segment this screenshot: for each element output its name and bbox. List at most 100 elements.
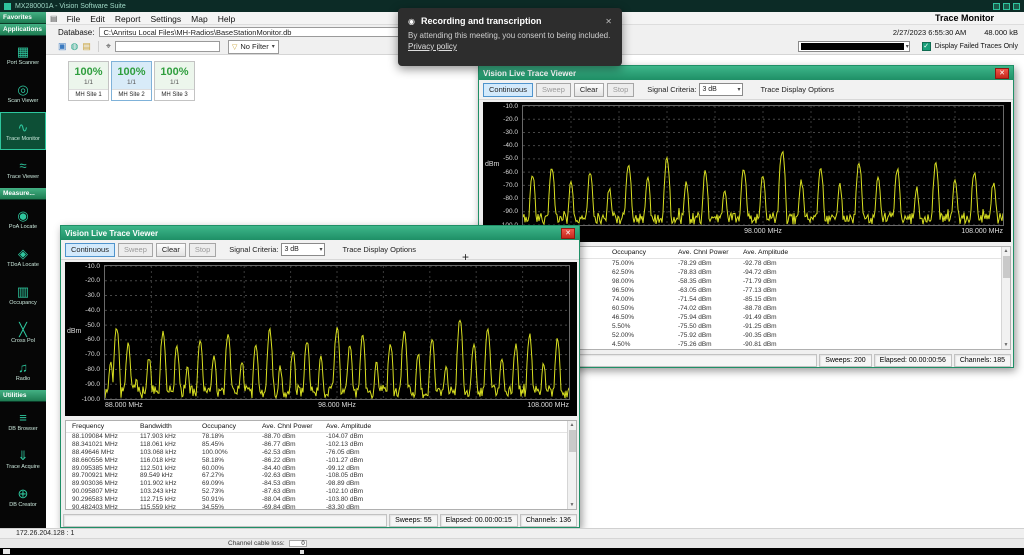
table-row[interactable]: 88.341021 MHz118.061 kHz85.45%-86.77 dBm…: [66, 441, 576, 449]
signal-criteria-value: 3 dB: [284, 246, 298, 253]
sidebar-item-poa-locate[interactable]: ◉PoA Locate: [0, 200, 46, 238]
table-row[interactable]: 89.903036 MHz101.902 kHz69.09%-84.53 dBm…: [66, 480, 576, 488]
viewer-titlebar[interactable]: Vision Live Trace Viewer ✕: [479, 66, 1013, 80]
table-row[interactable]: 90.095807 MHz103.243 kHz52.73%-87.63 dBm…: [66, 488, 576, 496]
start-icon[interactable]: [3, 549, 10, 554]
close-icon[interactable]: ✕: [561, 228, 575, 239]
column-header-ave-amplitude[interactable]: Ave. Amplitude: [743, 249, 815, 256]
sidebar-item-port-scanner[interactable]: ▦Port Scanner: [0, 36, 46, 74]
x-tick-label: 88.000 MHz: [105, 402, 167, 409]
trace-color-dropdown[interactable]: ▾: [798, 41, 910, 52]
column-header-occupancy[interactable]: Occupancy: [612, 249, 678, 256]
database-path-field[interactable]: C:\Anritsu Local Files\MH-Radios\BaseSta…: [99, 27, 399, 37]
sidebar-item-db-creator[interactable]: ⊕DB Creator: [0, 478, 46, 516]
column-header-ave-chnl-power[interactable]: Ave. Chnl Power: [678, 249, 743, 256]
table-row[interactable]: 88.109084 MHz117.903 kHz78.18%-88.70 dBm…: [66, 433, 576, 441]
clear-button[interactable]: Clear: [574, 83, 604, 97]
sidebar-item-trace-acquire[interactable]: ⇓Trace Acquire: [0, 440, 46, 478]
maximize-icon[interactable]: [1003, 3, 1010, 10]
taskbar[interactable]: [0, 548, 1024, 555]
spectrum-plot[interactable]: [523, 106, 1003, 225]
trace-viewer-window-front[interactable]: Vision Live Trace Viewer✕ ContinuousSweep…: [60, 225, 580, 528]
scan-viewer-icon: ◎: [17, 82, 28, 97]
signal-criteria-select[interactable]: 3 dB▾: [281, 243, 325, 256]
y-tick-label: -40.0: [65, 307, 100, 314]
cable-loss-field[interactable]: 0: [289, 540, 307, 547]
find-icon[interactable]: ⌖: [106, 41, 111, 52]
menu-report[interactable]: Report: [110, 14, 146, 24]
close-icon[interactable]: ✕: [605, 17, 612, 26]
chevron-down-icon: ▾: [906, 43, 909, 50]
table-scrollbar[interactable]: ▲▼: [1001, 247, 1010, 349]
table-row[interactable]: 88.49646 MHz103.068 kHz100.00%-62.53 dBm…: [66, 449, 576, 457]
sidebar-section-utilities[interactable]: Utilities: [0, 390, 46, 402]
continuous-button[interactable]: Continuous: [65, 243, 115, 257]
continuous-button[interactable]: Continuous: [483, 83, 533, 97]
menu-map[interactable]: Map: [186, 14, 213, 24]
sidebar-section-measure[interactable]: Measure...: [0, 188, 46, 200]
recording-toast: ◉ Recording and transcription ✕ By atten…: [398, 8, 622, 66]
sidebar-item-tdoa-locate[interactable]: ◈TDoA Locate: [0, 238, 46, 276]
menu-settings[interactable]: Settings: [145, 14, 186, 24]
table-row[interactable]: 90.482403 MHz115.559 kHz34.55%-69.84 dBm…: [66, 503, 576, 510]
sidebar-item-trace-viewer[interactable]: ≈Trace Viewer: [0, 150, 46, 188]
display-failed-label[interactable]: Display Failed Traces Only: [935, 43, 1018, 50]
save-icon[interactable]: ▣: [58, 41, 67, 52]
sidebar-item-trace-monitor[interactable]: ∿Trace Monitor: [0, 112, 46, 150]
column-header-frequency[interactable]: Frequency: [72, 423, 140, 430]
viewer-toolbar: ContinuousSweepClearStopSignal Criteria:…: [479, 80, 1013, 100]
column-header-ave-chnl-power[interactable]: Ave. Chnl Power: [262, 423, 326, 430]
column-header-bandwidth[interactable]: Bandwidth: [140, 423, 202, 430]
close-window-icon[interactable]: [1013, 3, 1020, 10]
sidebar-item-cross-pol[interactable]: ╳Cross Pol: [0, 314, 46, 352]
table-row[interactable]: 89.095385 MHz112.501 kHz60.00%-84.40 dBm…: [66, 464, 576, 472]
trace-display-options-label[interactable]: Trace Display Options: [760, 85, 834, 94]
web-icon[interactable]: ◍: [71, 41, 79, 52]
menu-edit[interactable]: Edit: [85, 14, 110, 24]
table-scrollbar[interactable]: ▲▼: [567, 421, 576, 509]
chevron-down-icon: ▾: [272, 43, 275, 50]
column-header-occupancy[interactable]: Occupancy: [202, 423, 262, 430]
signal-criteria-select[interactable]: 3 dB▾: [699, 83, 743, 96]
stop-button[interactable]: Stop: [189, 243, 216, 257]
scroll-down-icon[interactable]: ▼: [570, 501, 575, 509]
folder-icon[interactable]: ▤: [82, 41, 91, 52]
trace-display-options-label[interactable]: Trace Display Options: [342, 245, 416, 254]
site-name: MH Site 2: [112, 89, 151, 100]
table-row[interactable]: 89.700921 MHz89.549 kHz67.27%-92.63 dBm-…: [66, 472, 576, 480]
sweep-button[interactable]: Sweep: [118, 243, 153, 257]
site-tile-mh-site-1[interactable]: 100%1/1MH Site 1: [68, 61, 109, 101]
sidebar-section-applications[interactable]: Applications: [0, 24, 46, 36]
minimize-icon[interactable]: [993, 3, 1000, 10]
filter-dropdown[interactable]: ▽ No Filter ▾: [228, 40, 279, 54]
spectrum-plot[interactable]: [105, 266, 569, 399]
viewer-title: Vision Live Trace Viewer: [483, 69, 576, 78]
sidebar-item-occupancy[interactable]: ▥Occupancy: [0, 276, 46, 314]
sidebar-section-favorites[interactable]: Favorites: [0, 12, 46, 24]
column-header-ave-amplitude[interactable]: Ave. Amplitude: [326, 423, 396, 430]
close-icon[interactable]: ✕: [995, 68, 1009, 79]
table-row[interactable]: 90.296583 MHz112.715 kHz50.91%-88.04 dBm…: [66, 495, 576, 503]
sweep-button[interactable]: Sweep: [536, 83, 571, 97]
site-tile-mh-site-3[interactable]: 100%1/1MH Site 3: [154, 61, 195, 101]
scrollbar-thumb[interactable]: [569, 430, 576, 452]
search-input[interactable]: [115, 41, 220, 52]
menu-file[interactable]: File: [62, 14, 86, 24]
viewer-titlebar[interactable]: Vision Live Trace Viewer✕: [61, 226, 579, 240]
scroll-up-icon[interactable]: ▲: [570, 421, 575, 429]
menu-help[interactable]: Help: [213, 14, 240, 24]
scrollbar-thumb[interactable]: [1003, 256, 1010, 278]
table-row[interactable]: 88.660556 MHz116.018 kHz58.18%-86.22 dBm…: [66, 456, 576, 464]
sidebar-item-scan-viewer[interactable]: ◎Scan Viewer: [0, 74, 46, 112]
privacy-policy-link[interactable]: Privacy policy: [408, 42, 457, 51]
sidebar-item-radio[interactable]: ♫Radio: [0, 352, 46, 390]
display-failed-checkbox[interactable]: ✓: [922, 42, 931, 51]
scroll-down-icon[interactable]: ▼: [1004, 341, 1009, 349]
sidebar-item-db-browser[interactable]: ≡DB Browser: [0, 402, 46, 440]
scroll-up-icon[interactable]: ▲: [1004, 247, 1009, 255]
site-tile-mh-site-2[interactable]: 100%1/1MH Site 2: [111, 61, 152, 101]
status-elapsed: Elapsed: 00.00:00:15: [440, 514, 518, 527]
clear-button[interactable]: Clear: [156, 243, 186, 257]
taskbar-icon[interactable]: [300, 550, 304, 554]
stop-button[interactable]: Stop: [607, 83, 634, 97]
